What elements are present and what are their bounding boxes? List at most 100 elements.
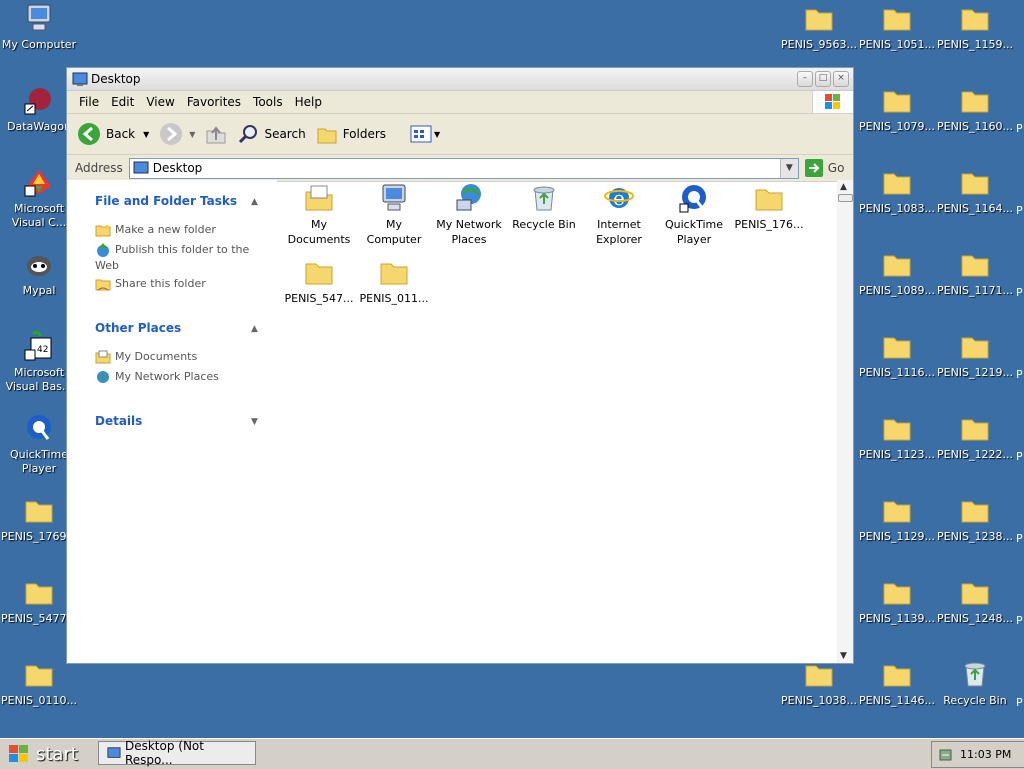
address-field[interactable]: Desktop ▼	[128, 157, 799, 179]
back-button[interactable]: Back ▼	[77, 122, 149, 146]
desktop-folder[interactable]: PENIS_1116...	[858, 330, 936, 380]
menu-help[interactable]: Help	[295, 95, 322, 109]
windows-logo-icon	[9, 745, 28, 762]
desktop-icon-label: PENIS_9563...	[780, 38, 858, 51]
folder-icon	[755, 189, 783, 211]
desktop-folder[interactable]: PENIS_0110...	[0, 658, 78, 708]
scroll-down-icon[interactable]: ▼	[840, 651, 847, 661]
file-folder-tasks-title[interactable]: File and Folder Tasks	[95, 194, 237, 208]
network-places-icon	[456, 184, 481, 211]
svg-text:e: e	[613, 186, 625, 210]
back-label: Back	[106, 127, 136, 141]
file-item[interactable]: My Network Places	[433, 182, 505, 247]
menu-favorites[interactable]: Favorites	[187, 95, 241, 109]
task-publish-folder[interactable]: Publish this folder to the Web	[95, 242, 265, 273]
desktop-folder[interactable]: PENIS_1222...	[936, 412, 1014, 462]
desktop-folder[interactable]: PENIS_1123...	[858, 412, 936, 462]
file-item[interactable]: My Documents	[283, 182, 355, 247]
chevron-down-icon[interactable]: ▼	[189, 130, 195, 139]
file-item[interactable]: PENIS_011...	[358, 256, 430, 306]
details-title[interactable]: Details	[95, 414, 142, 428]
place-my-network-places[interactable]: My Network Places	[95, 369, 265, 385]
file-item[interactable]: My Computer	[358, 182, 430, 247]
desktop-folder[interactable]: PENIS_1079...	[858, 84, 936, 134]
task-make-new-folder[interactable]: Make a new folder	[95, 222, 265, 237]
address-dropdown-icon[interactable]: ▼	[779, 158, 798, 178]
menu-file[interactable]: File	[79, 95, 99, 109]
start-button[interactable]: start	[2, 741, 94, 767]
folders-label: Folders	[342, 127, 387, 141]
menu-edit[interactable]: Edit	[111, 95, 134, 109]
file-item[interactable]: e Internet Explorer	[583, 182, 655, 247]
desktop-icon-label: PENIS_1116...	[858, 366, 936, 379]
menu-view[interactable]: View	[146, 95, 174, 109]
scroll-thumb[interactable]	[838, 194, 853, 202]
desktop-folder[interactable]: PENIS_1160...	[936, 84, 1014, 134]
file-label: PENIS_547...	[284, 292, 354, 305]
menu-tools[interactable]: Tools	[253, 95, 283, 109]
new-folder-icon	[95, 225, 111, 237]
desktop-folder[interactable]: PENIS_1139...	[858, 576, 936, 626]
desktop-folder[interactable]: PENIS_1146...	[858, 658, 936, 708]
collapse-icon[interactable]: ▲	[251, 197, 258, 207]
vertical-scrollbar[interactable]: ▲ ▼	[837, 180, 853, 663]
scroll-up-icon[interactable]: ▲	[840, 182, 847, 192]
desktop-icon-my-computer[interactable]: My Computer	[0, 2, 78, 52]
desktop-folder[interactable]: PENIS_1164...	[936, 166, 1014, 216]
place-my-documents[interactable]: My Documents	[95, 349, 265, 364]
clock[interactable]: 11:03 PM	[960, 748, 1011, 761]
desktop-folder[interactable]: PENIS_1089...	[858, 248, 936, 298]
minimize-button[interactable]: –	[797, 71, 813, 87]
toolbar: Back ▼ ▼ Search Folders ▼	[67, 114, 853, 155]
desktop-folder[interactable]: PENIS_1219...	[936, 330, 1014, 380]
up-folder-button[interactable]	[205, 123, 227, 145]
file-item[interactable]: PENIS_547...	[283, 256, 355, 306]
expand-icon[interactable]: ▼	[251, 417, 258, 427]
folder-icon	[961, 255, 989, 277]
go-button[interactable]: Go	[804, 159, 844, 177]
title-bar[interactable]: Desktop – □ ×	[67, 68, 853, 91]
views-button[interactable]: ▼	[410, 125, 440, 143]
close-button[interactable]: ×	[833, 71, 849, 87]
folder-icon	[805, 9, 833, 31]
desktop-folder[interactable]: PENIS_1038...	[780, 658, 858, 708]
task-share-folder[interactable]: Share this folder	[95, 276, 265, 291]
desktop-folder[interactable]: PENIS_1159...	[936, 2, 1014, 52]
desktop-icon-recycle-bin[interactable]: Recycle Bin	[936, 658, 1014, 708]
desktop-icon-label: PENIS_1160...	[936, 120, 1014, 133]
other-places-title[interactable]: Other Places	[95, 321, 181, 335]
chevron-down-icon[interactable]: ▼	[143, 130, 149, 139]
desktop-folder[interactable]: PENIS_1238...	[936, 494, 1014, 544]
folder-icon	[305, 263, 333, 285]
forward-button[interactable]: ▼	[159, 122, 195, 146]
svg-text:42: 42	[37, 345, 48, 355]
chevron-down-icon: ▼	[434, 129, 441, 139]
maximize-button[interactable]: □	[815, 71, 831, 87]
desktop-icon-label: PENIS_1038...	[780, 694, 858, 707]
folder-icon	[883, 9, 911, 31]
taskbar-button-desktop[interactable]: Desktop (Not Respo...	[98, 739, 256, 767]
file-item[interactable]: PENIS_176...	[733, 182, 805, 232]
file-label: PENIS_011...	[359, 292, 429, 305]
desktop-folder[interactable]: PENIS_1051...	[858, 2, 936, 52]
desktop-icon-label: PENIS_1146...	[858, 694, 936, 707]
desktop-edge-label: P	[1016, 696, 1023, 709]
search-button[interactable]: Search	[237, 123, 306, 145]
file-list: My Documents My Computer My Network Places…	[279, 180, 834, 663]
collapse-icon[interactable]: ▲	[251, 324, 258, 334]
desktop-folder[interactable]: PENIS_9563...	[780, 2, 858, 52]
desktop-folder[interactable]: PENIS_1129...	[858, 494, 936, 544]
desktop-folder[interactable]: PENIS_1083...	[858, 166, 936, 216]
tray-app-icon[interactable]	[938, 747, 954, 763]
desktop-folder[interactable]: PENIS_1248...	[936, 576, 1014, 626]
file-item[interactable]: QuickTime Player	[658, 182, 730, 247]
desktop-edge-label: P	[1016, 204, 1023, 217]
datawagon-icon	[24, 88, 51, 115]
file-item[interactable]: Recycle Bin	[508, 182, 580, 232]
quicktime-icon	[27, 415, 51, 440]
desktop-icon-label: PENIS_1219...	[936, 366, 1014, 379]
desktop-window-icon	[107, 747, 121, 758]
desktop-folder[interactable]: PENIS_1171...	[936, 248, 1014, 298]
folders-button[interactable]: Folders	[316, 123, 386, 145]
desktop-edge-label: P	[1016, 122, 1023, 135]
